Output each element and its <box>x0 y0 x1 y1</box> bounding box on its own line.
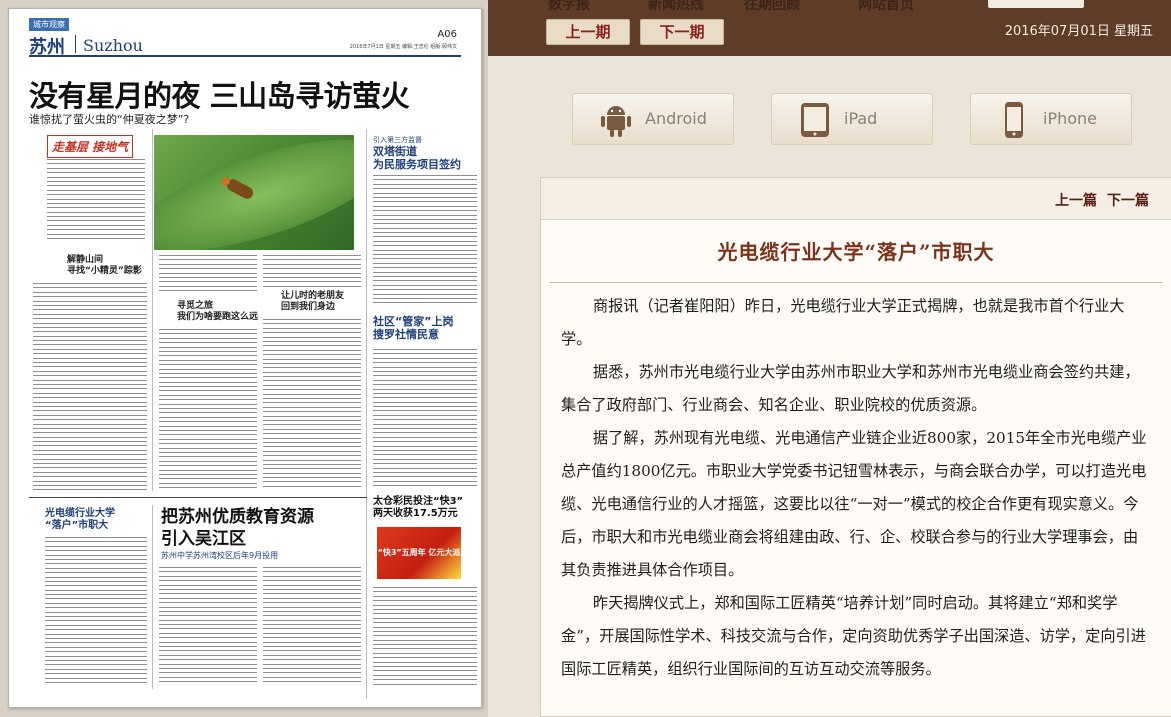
issue-date: 2016年07月01日 星期五 <box>1004 24 1153 39</box>
android-label: Android <box>645 109 707 128</box>
iphone-icon <box>1005 102 1023 138</box>
story-guangdianlan-text: 光电缆行业大学 “落户”市职大 <box>45 508 115 531</box>
prev-article-link[interactable]: 上一篇 <box>1055 190 1097 210</box>
article-panel: 上一篇 下一篇 光电缆行业大学“落户”市职大 商报讯（记者崔阳阳）昨日，光电缆行… <box>540 177 1171 717</box>
nav-link[interactable]: 往期回顾 <box>744 0 800 14</box>
mid-subhead: 寻觅之旅 我们为啥要跑这么远 <box>177 301 258 323</box>
body-text <box>373 587 477 687</box>
body-text <box>263 319 361 493</box>
article-nav: 上一篇 下一篇 <box>541 178 1171 220</box>
mid-subhead-line2: 我们为啥要跑这么远 <box>177 312 259 322</box>
article-paragraph: 据了解，苏州现有光电缆、光电通信产业链企业近800家，2015年全市光电缆产业总… <box>561 429 1147 579</box>
mid-subhead-2-line1: 让儿时的老朋友 <box>281 291 345 301</box>
article-paragraph: 商报讯（记者崔阳阳）昨日，光电缆行业大学正式揭牌，也就是我市首个行业大学。 <box>561 297 1125 348</box>
story-guangdianlan-headline[interactable]: 光电缆行业大学 “落户”市职大 <box>45 508 115 532</box>
promo-headline-text: 太仓彩民投注“快3” 两天收获17.5万元 <box>373 496 464 519</box>
leaf-shape <box>154 135 354 250</box>
body-text <box>159 255 257 295</box>
page-headline[interactable]: 没有星月的夜 三山岛寻访萤火 <box>29 73 410 115</box>
article-body: 商报讯（记者崔阳阳）昨日，光电缆行业大学正式揭牌，也就是我市首个行业大学。 据悉… <box>561 290 1147 686</box>
body-text <box>33 283 147 493</box>
body-text <box>45 537 147 687</box>
app-download-row: Android iPad iPhone <box>488 56 1171 176</box>
masthead-city-en: Suzhou <box>83 36 143 55</box>
column-rule <box>152 505 153 689</box>
masthead-tag: 城市观察 <box>29 18 69 31</box>
article-title-rule <box>549 282 1163 283</box>
sidebar-headline[interactable]: 双塔街道 为民服务项目签约 <box>373 145 479 171</box>
newspaper-page[interactable]: 城市观察 苏州 Suzhou A06 2016年7月1日 星期五 编辑:王志伦 … <box>8 8 482 708</box>
masthead-divider <box>75 35 76 53</box>
sidebar-headline-2[interactable]: 社区“管家”上岗 搜罗社情民意 <box>373 315 479 341</box>
column-rule <box>366 129 367 699</box>
next-article-link[interactable]: 下一篇 <box>1107 190 1149 210</box>
mid-subhead-line1: 寻觅之旅 <box>177 301 214 311</box>
iphone-label: iPhone <box>1043 109 1098 128</box>
kicker-badge: 走基层 接地气 <box>47 135 134 158</box>
page-meta: 2016年7月1日 星期五 编辑:王志伦 组版:顾伟文 <box>349 44 457 50</box>
lottery-promo-image: “快3”五周年 亿元大派奖 <box>377 527 461 609</box>
top-toolbar: 数字报 新闻热线 往期回顾 网站首页 上一期 下一期 2016年07月01日 星… <box>488 0 1171 56</box>
newspaper-pane: 城市观察 苏州 Suzhou A06 2016年7月1日 星期五 编辑:王志伦 … <box>0 0 488 717</box>
promo-headline[interactable]: 太仓彩民投注“快3” 两天收获17.5万元 <box>373 496 481 520</box>
sidebar-headline-text: 双塔街道 为民服务项目签约 <box>373 145 461 171</box>
body-text <box>373 175 477 307</box>
nav-link[interactable]: 数字报 <box>548 0 590 14</box>
ipad-app-button[interactable]: iPad <box>771 93 933 145</box>
mid-subhead-2: 让儿时的老朋友 回到我们身边 <box>281 291 344 313</box>
section-rule <box>29 497 367 498</box>
body-text <box>263 255 361 289</box>
next-issue-button[interactable]: 下一期 <box>640 19 724 45</box>
article-paragraph: 据悉，苏州市光电缆行业大学由苏州市职业大学和苏州市光电缆业商会签约共建，集合了政… <box>561 363 1140 414</box>
col1-subhead: 解静山间 寻找“小精灵”踪影 <box>67 255 142 277</box>
android-icon <box>601 106 631 137</box>
article-title: 光电缆行业大学“落户”市职大 <box>717 240 995 264</box>
nav-link[interactable]: 网站首页 <box>858 0 914 14</box>
ipad-icon <box>801 103 829 137</box>
ipad-label: iPad <box>844 109 878 128</box>
article-paragraph: 昨天揭牌仪式上，郑和国际工匠精英“培养计划”同时启动。其将建立“郑和奖学金”，开… <box>561 594 1146 678</box>
mid-subhead-2-line2: 回到我们身边 <box>281 302 336 312</box>
body-text <box>263 567 361 687</box>
col1-subhead-line1: 解静山间 <box>67 255 104 265</box>
body-text <box>47 159 145 241</box>
page-subheadline: 谁惊扰了萤火虫的“仲夏夜之梦”? <box>29 113 190 126</box>
body-text <box>373 349 477 489</box>
story-education-subhead: 苏州中学苏州湾校区后年9月投用 <box>161 551 279 560</box>
column-rule <box>152 129 153 491</box>
story-education-text: 把苏州优质教育资源 引入吴江区 <box>161 507 314 549</box>
sidebar-headline-2-text: 社区“管家”上岗 搜罗社情民意 <box>373 315 454 341</box>
masthead-rule <box>29 55 461 57</box>
android-app-button[interactable]: Android <box>572 93 734 145</box>
firefly-photo <box>154 135 354 250</box>
search-input[interactable] <box>988 0 1084 8</box>
body-text <box>159 329 257 493</box>
sidebar-label: 引入第三方监督 <box>373 136 422 144</box>
col1-subhead-line2: 寻找“小精灵”踪影 <box>67 266 142 276</box>
story-education-headline[interactable]: 把苏州优质教育资源 引入吴江区 <box>161 506 314 550</box>
page-number: A06 <box>437 29 457 40</box>
prev-issue-button[interactable]: 上一期 <box>546 19 630 45</box>
nav-link[interactable]: 新闻热线 <box>648 0 704 14</box>
body-text <box>159 567 257 687</box>
iphone-app-button[interactable]: iPhone <box>970 93 1132 145</box>
